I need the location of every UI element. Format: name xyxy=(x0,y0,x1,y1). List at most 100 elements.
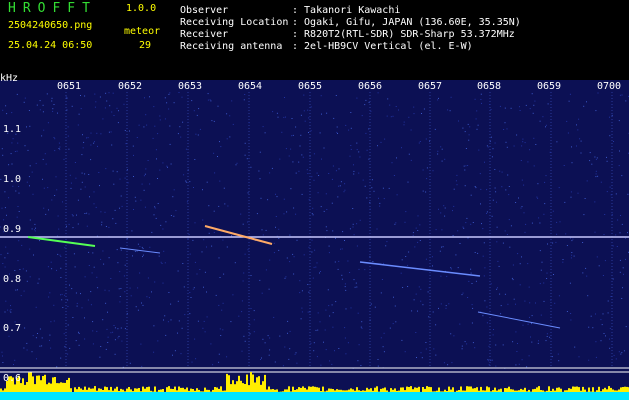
activity-bar xyxy=(440,391,442,392)
noise-pixel xyxy=(300,114,302,116)
noise-pixel xyxy=(475,187,477,189)
noise-pixel xyxy=(247,221,249,223)
noise-pixel xyxy=(99,185,100,187)
noise-pixel xyxy=(507,174,509,176)
activity-bar xyxy=(272,389,274,392)
noise-pixel xyxy=(76,302,78,304)
noise-pixel xyxy=(34,223,36,225)
activity-bar xyxy=(200,391,202,392)
activity-bar xyxy=(338,389,340,392)
noise-pixel xyxy=(317,312,319,314)
activity-bar xyxy=(504,388,506,392)
noise-pixel xyxy=(218,304,220,306)
noise-pixel xyxy=(304,120,306,122)
noise-pixel xyxy=(108,290,110,292)
activity-bar xyxy=(606,389,608,392)
noise-pixel xyxy=(486,145,488,147)
noise-pixel xyxy=(524,231,526,233)
noise-pixel xyxy=(295,172,297,174)
activity-bar xyxy=(414,387,416,392)
noise-pixel xyxy=(410,159,412,161)
noise-pixel xyxy=(58,148,60,149)
noise-pixel xyxy=(545,175,547,177)
noise-pixel xyxy=(312,207,314,209)
noise-pixel xyxy=(108,92,110,94)
noise-pixel xyxy=(541,261,543,263)
noise-pixel xyxy=(45,213,47,215)
noise-pixel xyxy=(325,309,327,311)
noise-pixel xyxy=(418,142,420,144)
noise-pixel xyxy=(577,192,579,194)
noise-pixel xyxy=(357,360,359,362)
noise-pixel xyxy=(437,99,439,101)
noise-pixel xyxy=(435,354,437,356)
noise-pixel xyxy=(25,270,27,272)
noise-pixel xyxy=(428,316,430,318)
noise-pixel xyxy=(497,287,498,289)
noise-pixel xyxy=(523,184,525,186)
noise-pixel xyxy=(386,115,388,117)
noise-pixel xyxy=(595,158,597,160)
noise-pixel xyxy=(570,191,572,193)
noise-pixel xyxy=(609,327,611,329)
activity-bar xyxy=(50,383,52,392)
noise-pixel xyxy=(458,120,459,122)
noise-pixel xyxy=(347,342,349,344)
noise-pixel xyxy=(259,151,261,153)
noise-pixel xyxy=(115,222,117,224)
noise-pixel xyxy=(11,163,13,165)
noise-pixel xyxy=(609,135,611,137)
noise-pixel xyxy=(106,328,108,330)
noise-pixel xyxy=(488,360,490,362)
noise-pixel xyxy=(418,286,420,288)
noise-pixel xyxy=(112,218,114,220)
noise-pixel xyxy=(301,311,303,313)
noise-pixel xyxy=(331,202,333,204)
noise-pixel xyxy=(93,203,95,205)
noise-pixel xyxy=(88,251,90,253)
activity-bar xyxy=(214,387,216,392)
noise-pixel xyxy=(616,246,618,247)
activity-bar xyxy=(408,387,410,392)
noise-pixel xyxy=(490,283,492,285)
noise-pixel xyxy=(60,357,62,359)
noise-pixel xyxy=(388,187,390,189)
noise-pixel xyxy=(214,172,216,174)
noise-pixel xyxy=(286,257,288,259)
noise-pixel xyxy=(287,332,288,334)
noise-pixel xyxy=(368,158,370,160)
noise-pixel xyxy=(352,208,354,209)
noise-pixel xyxy=(208,232,210,234)
noise-pixel xyxy=(273,316,275,318)
noise-pixel xyxy=(615,358,617,360)
noise-pixel xyxy=(545,124,547,126)
noise-pixel xyxy=(559,221,561,223)
noise-pixel xyxy=(417,310,418,312)
noise-pixel xyxy=(455,180,457,182)
noise-pixel xyxy=(118,288,120,290)
noise-pixel xyxy=(605,335,606,337)
noise-pixel xyxy=(140,343,142,345)
noise-pixel xyxy=(185,180,187,182)
noise-pixel xyxy=(116,249,118,251)
activity-bar xyxy=(356,387,358,392)
noise-pixel xyxy=(469,126,471,128)
noise-pixel xyxy=(577,129,579,131)
noise-pixel xyxy=(232,294,234,296)
activity-bar xyxy=(126,388,128,392)
noise-pixel xyxy=(618,120,620,122)
noise-pixel xyxy=(145,114,147,116)
noise-pixel xyxy=(90,291,92,293)
noise-pixel xyxy=(344,283,346,285)
noise-pixel xyxy=(154,281,156,283)
noise-pixel xyxy=(336,131,338,133)
noise-pixel xyxy=(317,192,319,194)
noise-pixel xyxy=(170,215,172,216)
noise-pixel xyxy=(339,185,341,187)
noise-pixel xyxy=(576,124,577,126)
noise-pixel xyxy=(331,304,333,306)
noise-pixel xyxy=(10,153,12,155)
noise-pixel xyxy=(463,227,465,229)
noise-pixel xyxy=(489,104,491,105)
meteor-trail xyxy=(359,261,481,277)
